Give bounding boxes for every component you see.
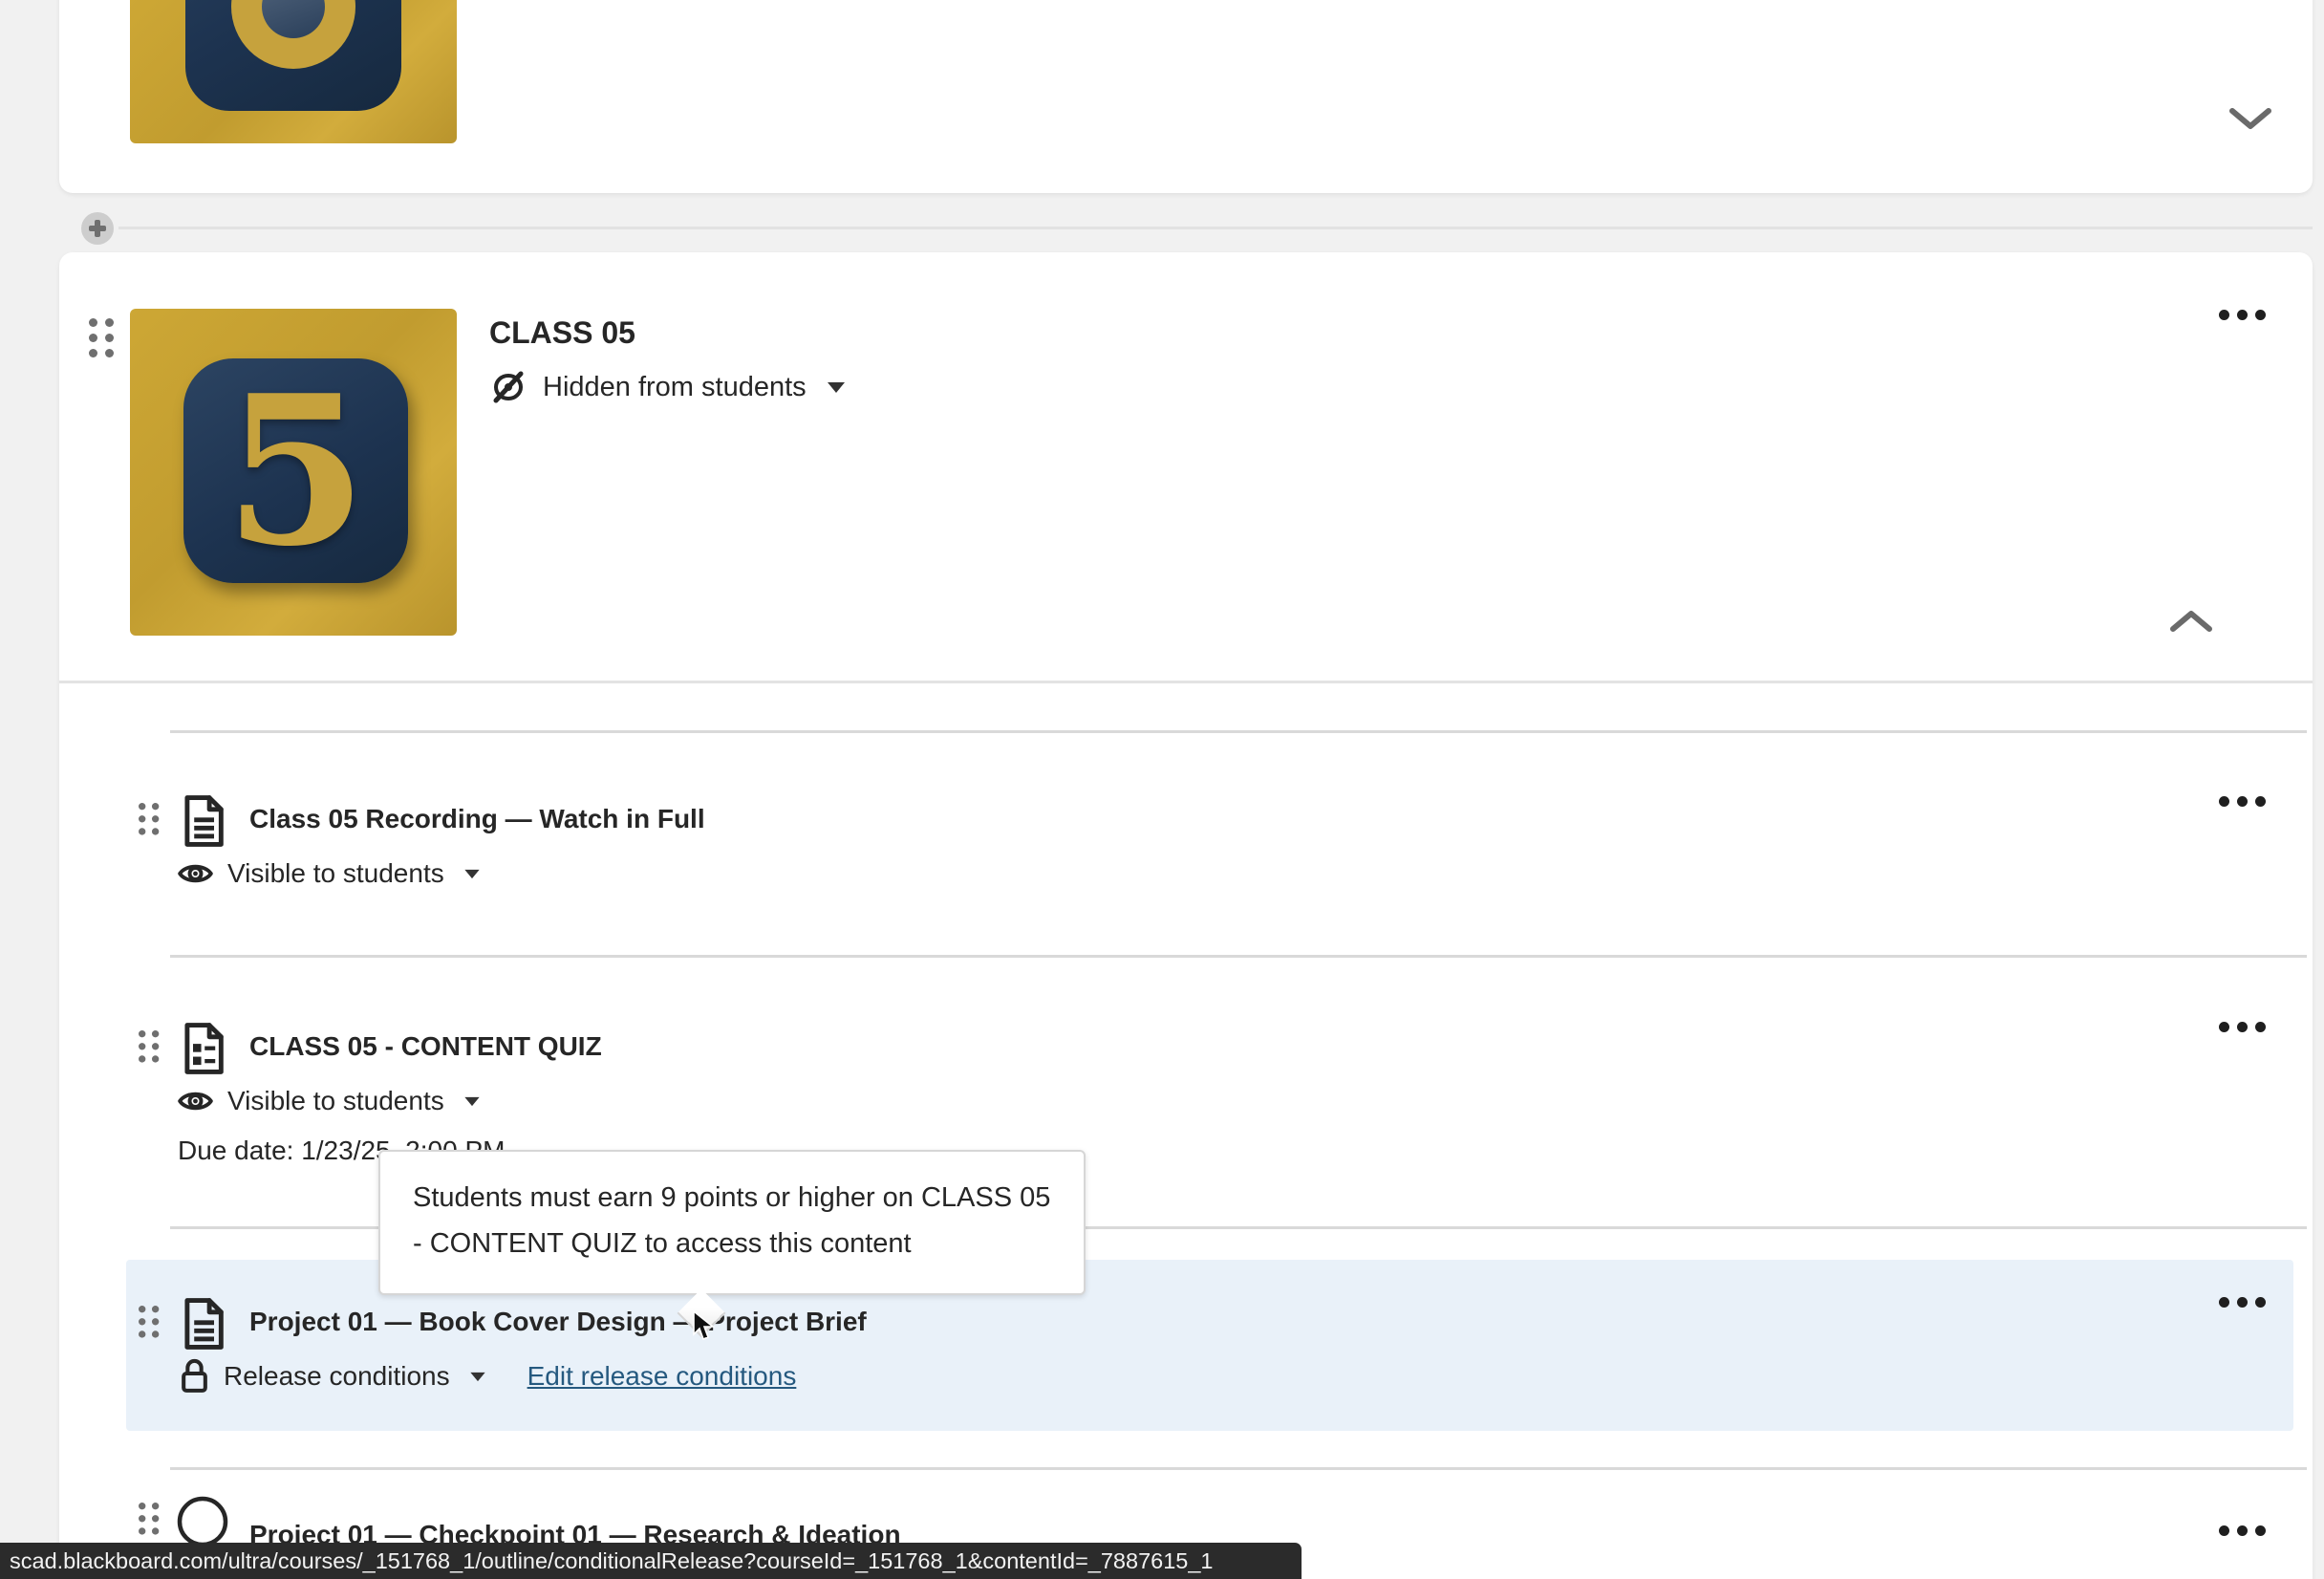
mouse-cursor: [692, 1309, 717, 1342]
item-menu-button[interactable]: [2213, 790, 2271, 812]
item-menu-button[interactable]: [2213, 1520, 2271, 1542]
caret-down-icon: [470, 1372, 484, 1380]
caret-down-icon: [464, 869, 479, 877]
item-title[interactable]: CLASS 05 - CONTENT QUIZ: [249, 1031, 602, 1062]
drag-handle-icon[interactable]: [139, 803, 159, 835]
document-icon: [183, 795, 225, 847]
row-divider: [170, 955, 2307, 958]
class-title: CLASS 05: [489, 315, 635, 351]
caret-down-icon: [828, 382, 845, 393]
item-visibility-dropdown[interactable]: Visible to students: [178, 1086, 481, 1116]
release-conditions-label[interactable]: Release conditions: [224, 1361, 450, 1392]
item-release-conditions: Release conditions Edit release conditio…: [180, 1357, 796, 1395]
class-visibility-dropdown[interactable]: Hidden from students: [489, 369, 845, 405]
item-menu-button[interactable]: [2213, 1016, 2271, 1038]
class-menu-button[interactable]: [2213, 304, 2271, 326]
course-outline-page: 5 CLASS 05 Hidden from students Class: [0, 0, 2324, 1579]
previous-class-card: [59, 0, 2313, 193]
edit-release-conditions-link[interactable]: Edit release conditions: [527, 1361, 797, 1392]
insert-divider-line: [118, 227, 2313, 229]
item-visibility-label: Visible to students: [227, 1086, 444, 1116]
drag-handle-icon[interactable]: [139, 1503, 159, 1535]
document-icon: [183, 1298, 225, 1350]
card-section-divider: [59, 681, 2313, 683]
status-url-text: scad.blackboard.com/ultra/courses/_15176…: [0, 1548, 1214, 1574]
chevron-down-icon[interactable]: [2221, 97, 2280, 144]
drag-handle-icon[interactable]: [89, 318, 114, 357]
lock-icon: [180, 1357, 209, 1395]
item-visibility-dropdown[interactable]: Visible to students: [178, 858, 481, 889]
eye-slash-icon: [489, 369, 527, 405]
drag-handle-icon[interactable]: [139, 1306, 159, 1338]
row-divider: [170, 1467, 2307, 1470]
chevron-up-icon[interactable]: [2162, 600, 2221, 647]
drag-handle-icon[interactable]: [139, 1030, 159, 1063]
item-menu-button[interactable]: [2213, 1291, 2271, 1313]
row-divider: [170, 730, 2307, 733]
eye-icon: [178, 860, 213, 887]
caret-down-icon: [464, 1096, 479, 1105]
status-url-bar: scad.blackboard.com/ultra/courses/_15176…: [0, 1543, 1302, 1579]
quiz-icon: [183, 1023, 225, 1074]
class-05-digit: 5: [183, 358, 408, 583]
eye-icon: [178, 1088, 213, 1114]
class-05-tile-image: 5: [130, 309, 457, 636]
circle-icon: [175, 1491, 230, 1547]
add-content-button[interactable]: [81, 212, 114, 245]
item-title[interactable]: Class 05 Recording — Watch in Full: [249, 804, 705, 834]
item-title[interactable]: Project 01 — Book Cover Design — Project…: [249, 1307, 867, 1337]
item-visibility-label: Visible to students: [227, 858, 444, 889]
class-visibility-label: Hidden from students: [543, 372, 807, 403]
release-condition-tooltip: Students must earn 9 points or higher on…: [378, 1150, 1086, 1295]
previous-class-tile-image: [130, 0, 457, 143]
